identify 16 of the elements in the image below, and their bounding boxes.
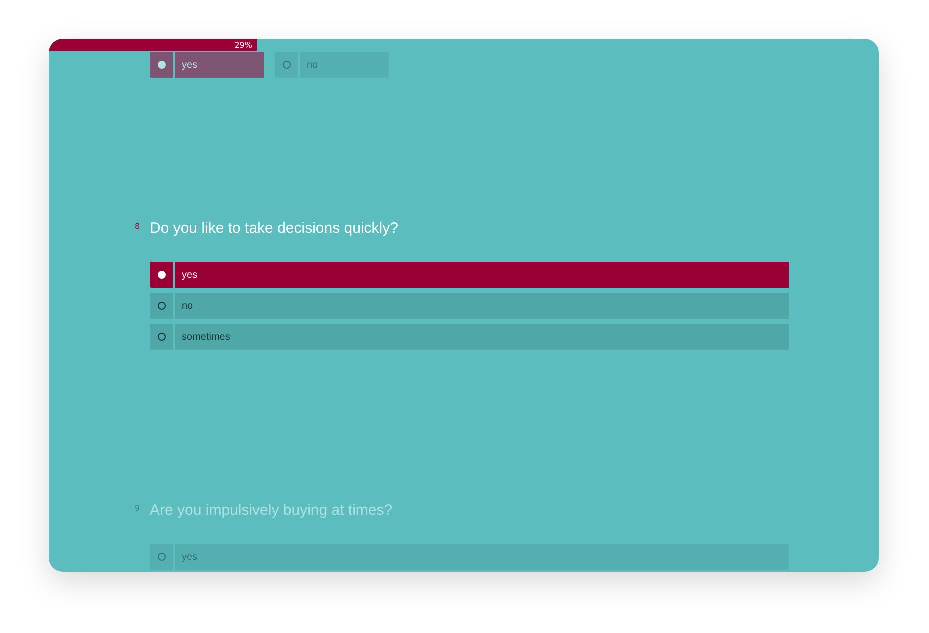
answer-option[interactable]: yes bbox=[150, 52, 264, 78]
answer-option[interactable]: yes bbox=[150, 544, 789, 570]
radio-icon bbox=[158, 302, 166, 310]
answer-option[interactable]: yes bbox=[150, 262, 789, 288]
radio-icon bbox=[158, 553, 166, 561]
answer-option[interactable]: no bbox=[150, 293, 789, 319]
question-title: Are you impulsively buying at times? bbox=[150, 501, 393, 521]
answer-option[interactable]: no bbox=[275, 52, 389, 78]
radio-icon bbox=[282, 61, 290, 69]
answer-option[interactable]: sometimes bbox=[150, 324, 789, 350]
radio-icon bbox=[158, 333, 166, 341]
question-number: 8 bbox=[135, 222, 142, 231]
radio-icon bbox=[158, 271, 166, 279]
question-title: Do you like to take decisions quickly? bbox=[150, 219, 398, 239]
progress-percent: 29% bbox=[234, 40, 254, 50]
radio-icon bbox=[158, 61, 166, 69]
